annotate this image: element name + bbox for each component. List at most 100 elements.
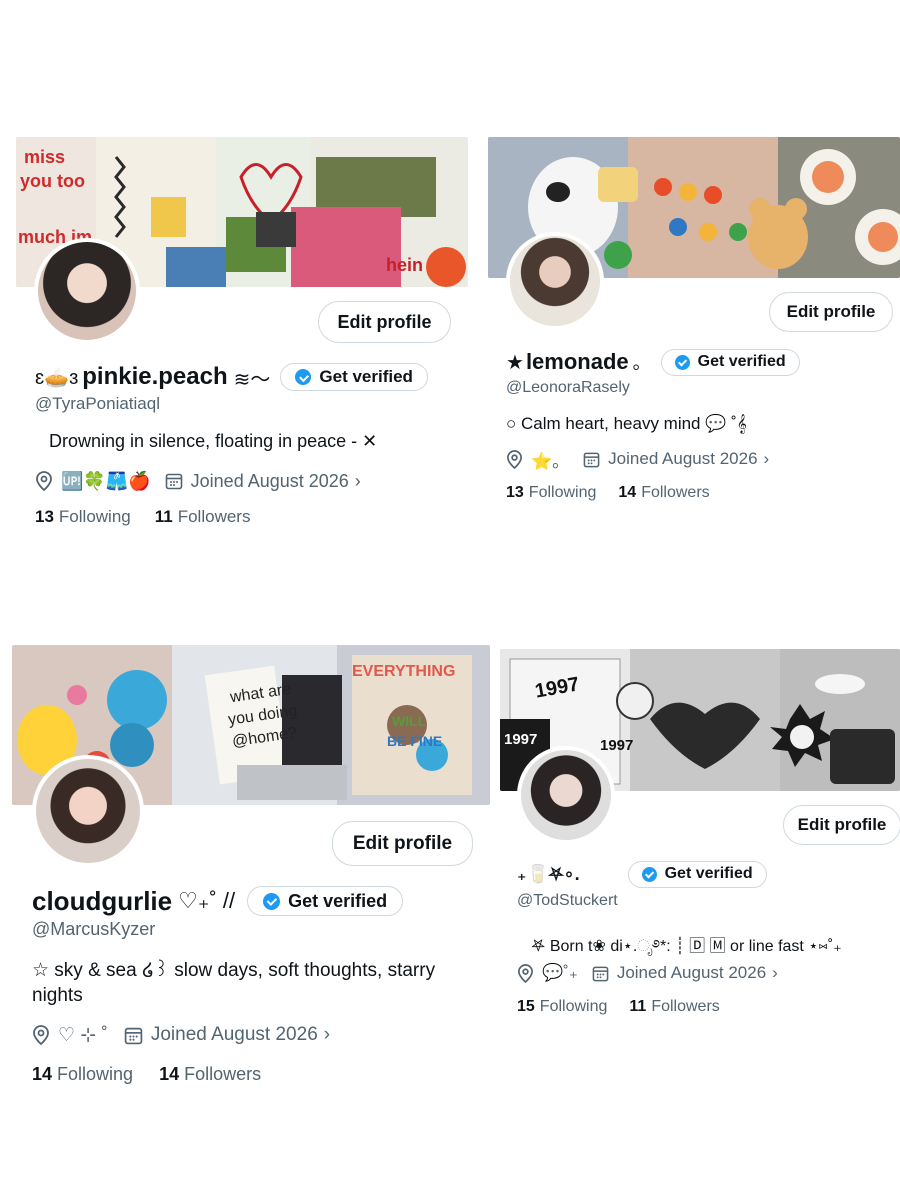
meta-row: 🆙🍀🩳🍎 Joined August 2026 › xyxy=(35,469,361,493)
bio: Drowning in silence, floating in peace -… xyxy=(49,431,378,451)
get-verified-button[interactable]: Get verified xyxy=(627,860,767,888)
chevron-right-icon[interactable]: › xyxy=(355,471,361,492)
get-verified-button[interactable]: Get verified xyxy=(660,348,800,376)
follow-stats: 15 Following 11 Followers xyxy=(517,998,720,1016)
get-verified-label: Get verified xyxy=(697,353,786,370)
display-name: lemonade xyxy=(525,349,629,374)
handle: @MarcusKyzer xyxy=(32,919,156,939)
meta-row: 💬˚₊ Joined August 2026 › xyxy=(517,962,778,984)
following-label: Following xyxy=(58,507,131,526)
profile-card-cloudgurlie: what are you doing @home? EVERYTHING WIL… xyxy=(0,600,495,1160)
banner-text-you-too: you too xyxy=(20,171,85,191)
following-count: 13 xyxy=(35,507,54,526)
joined-date: Joined August 2026 xyxy=(608,449,758,468)
avatar[interactable] xyxy=(517,746,615,844)
followers-label: Followers xyxy=(641,484,710,501)
profile-card-todstuckert: 1997 1997 1997 Edit profile ₊🥛⛧∘. Get ve… xyxy=(495,600,900,1160)
handle: @TyraPoniatiaql xyxy=(35,394,160,413)
verified-badge-icon xyxy=(674,354,690,370)
banner-text-will: WILL xyxy=(392,713,427,729)
edit-profile-button[interactable]: Edit profile xyxy=(769,292,893,332)
location-text: ⭐。 xyxy=(531,451,570,471)
handle: @LeonoraRasely xyxy=(506,379,630,396)
followers-count: 11 xyxy=(629,998,647,1015)
avatar[interactable] xyxy=(506,232,604,330)
followers-link[interactable]: 14 Followers xyxy=(618,484,709,502)
banner-text-hein: hein xyxy=(386,255,424,275)
following-link[interactable]: 15 Following xyxy=(517,998,607,1016)
get-verified-label: Get verified xyxy=(319,367,413,386)
avatar[interactable] xyxy=(32,755,144,867)
handle: @TodStuckert xyxy=(517,892,618,909)
followers-link[interactable]: 11 Followers xyxy=(155,507,251,527)
profile-card-pinkie: miss you too much im hein Edit profile ɛ… xyxy=(0,0,480,560)
avatar[interactable] xyxy=(34,238,140,344)
following-label: Following xyxy=(57,1064,134,1084)
verified-badge-icon xyxy=(641,866,657,882)
display-name: pinkie.peach xyxy=(82,363,228,390)
following-link[interactable]: 13 Following xyxy=(506,484,596,502)
banner-text-miss: miss xyxy=(24,147,66,167)
name-row: ɛ🥧ɜ pinkie.peach ≋〜 Get verified xyxy=(35,362,428,392)
followers-label: Followers xyxy=(184,1064,262,1084)
followers-count: 14 xyxy=(618,484,637,501)
name-suffix: 。 xyxy=(632,353,651,373)
get-verified-label: Get verified xyxy=(288,890,388,911)
following-link[interactable]: 14 Following xyxy=(32,1064,133,1085)
followers-link[interactable]: 14 Followers xyxy=(159,1064,261,1085)
followers-count: 11 xyxy=(154,507,173,526)
following-link[interactable]: 13 Following xyxy=(35,507,131,527)
following-count: 14 xyxy=(32,1064,53,1084)
location-icon xyxy=(35,471,53,491)
chevron-right-icon[interactable]: › xyxy=(324,1024,330,1046)
bio: ○ Calm heart, heavy mind 💬 ˚𝄞 xyxy=(506,414,747,433)
name-suffix: ≋〜 xyxy=(233,368,271,391)
verified-badge-icon xyxy=(263,892,281,910)
calendar-icon xyxy=(592,965,609,982)
get-verified-button[interactable]: Get verified xyxy=(280,363,428,391)
location-icon xyxy=(517,963,534,983)
follow-stats: 13 Following 11 Followers xyxy=(35,507,250,527)
location-text: 💬˚₊ xyxy=(542,963,578,982)
joined-date: Joined August 2026 xyxy=(616,963,767,982)
verified-badge-icon xyxy=(295,369,312,385)
location-text: 🆙🍀🩳🍎 xyxy=(61,470,151,491)
location-icon xyxy=(32,1025,50,1045)
location-text: ♡ ⊹ ˚ xyxy=(58,1024,108,1046)
banner-text-be-fine: BE FINE xyxy=(387,733,443,749)
edit-profile-button[interactable]: Edit profile xyxy=(318,301,451,343)
following-label: Following xyxy=(539,998,608,1015)
following-count: 13 xyxy=(506,484,524,501)
banner-text-1997-c: 1997 xyxy=(600,737,634,754)
meta-row: ⭐。 Joined August 2026 › xyxy=(506,448,770,471)
following-count: 15 xyxy=(517,998,535,1015)
edit-profile-button[interactable]: Edit profile xyxy=(783,805,900,845)
get-verified-label: Get verified xyxy=(664,865,753,882)
chevron-right-icon[interactable]: › xyxy=(772,963,778,983)
edit-profile-button[interactable]: Edit profile xyxy=(332,821,473,866)
location-icon xyxy=(506,449,523,469)
name-prefix: ₊🥛⛧∘. xyxy=(517,863,580,884)
joined-date: Joined August 2026 xyxy=(190,470,349,491)
following-label: Following xyxy=(528,484,597,501)
name-suffix: ♡₊˚ // xyxy=(178,888,236,913)
follow-stats: 13 Following 14 Followers xyxy=(506,484,710,502)
profile-card-lemonade: Edit profile ★ lemonade 。 Get verified @… xyxy=(480,0,900,560)
followers-link[interactable]: 11 Followers xyxy=(629,998,719,1016)
name-row: cloudgurlie ♡₊˚ // Get verified xyxy=(32,884,404,918)
calendar-icon xyxy=(583,451,600,468)
name-row: ★ lemonade 。 Get verified xyxy=(506,348,800,376)
banner-text-everything: EVERYTHING xyxy=(352,663,456,680)
display-name: cloudgurlie xyxy=(32,885,173,916)
name-row: ₊🥛⛧∘. Get verified xyxy=(517,860,767,888)
meta-row: ♡ ⊹ ˚ Joined August 2026 › xyxy=(32,1023,330,1047)
chevron-right-icon[interactable]: › xyxy=(764,449,770,469)
bio: ☆ sky & sea ໒꒱ slow days, soft thoughts,… xyxy=(32,960,436,1006)
calendar-icon xyxy=(165,472,183,490)
get-verified-button[interactable]: Get verified xyxy=(247,886,404,916)
followers-count: 14 xyxy=(159,1064,180,1084)
name-prefix: ★ xyxy=(506,351,524,374)
joined-date: Joined August 2026 xyxy=(150,1024,318,1045)
name-prefix: ɛ🥧ɜ xyxy=(35,366,79,389)
banner-text-1997-b: 1997 xyxy=(504,731,538,748)
